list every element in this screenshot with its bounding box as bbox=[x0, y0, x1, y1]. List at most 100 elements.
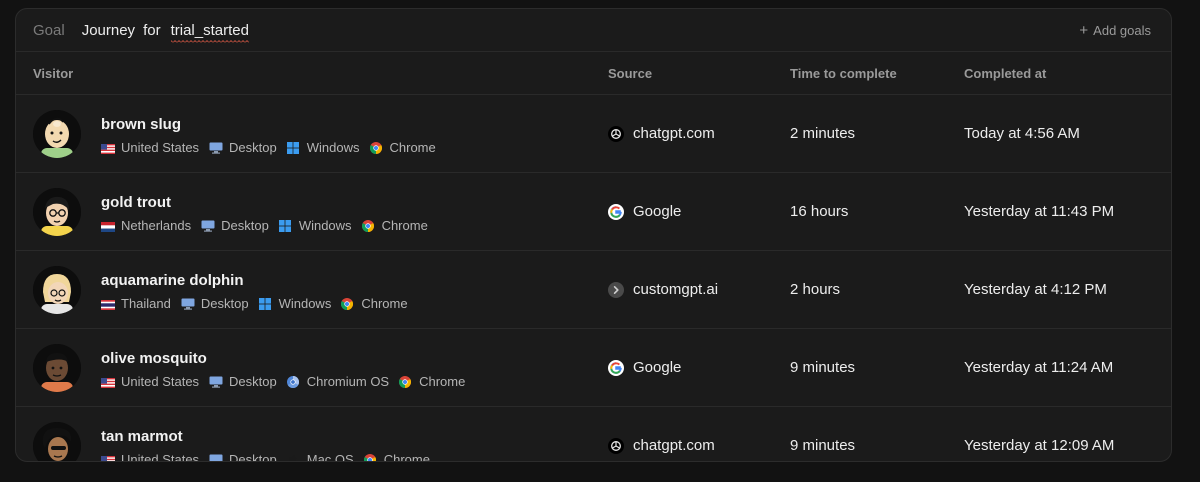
os-label: Windows bbox=[306, 140, 360, 155]
country-label: United States bbox=[121, 140, 200, 155]
visitor-os: Windows bbox=[258, 296, 332, 311]
visitor-os: Windows bbox=[286, 140, 360, 155]
us-flag-icon bbox=[101, 376, 115, 388]
source-label: chatgpt.com bbox=[633, 125, 715, 142]
visitor-os: Windows bbox=[278, 218, 352, 233]
device-label: Desktop bbox=[221, 218, 269, 233]
visitor-device: Desktop bbox=[209, 452, 277, 462]
visitor-meta: United States Desktop Chromium OS Chrome bbox=[101, 374, 475, 389]
apple-icon bbox=[287, 454, 301, 461]
chrome-icon bbox=[361, 219, 376, 232]
goal-journey-panel: Goal Journey for trial_started + Add goa… bbox=[15, 8, 1172, 462]
table-header: Visitor Source Time to complete Complete… bbox=[16, 52, 1171, 95]
device-label: Desktop bbox=[229, 374, 277, 389]
chromium-icon bbox=[286, 375, 301, 388]
visitor-country: Netherlands bbox=[101, 218, 191, 233]
tab-goal[interactable]: Goal bbox=[33, 22, 65, 39]
chrome-icon bbox=[369, 141, 384, 154]
windows-icon bbox=[258, 297, 273, 310]
browser-label: Chrome bbox=[419, 374, 466, 389]
source-cell: Google bbox=[608, 203, 681, 220]
chrome-icon bbox=[399, 375, 413, 388]
add-goals-button[interactable]: + Add goals bbox=[1079, 22, 1151, 39]
completed-at: Today at 4:56 AM bbox=[964, 125, 1080, 142]
country-label: United States bbox=[121, 452, 200, 462]
visitor-meta: United States Desktop Windows Chrome bbox=[101, 140, 446, 155]
column-completed-at[interactable]: Completed at bbox=[964, 66, 1046, 81]
device-label: Desktop bbox=[200, 296, 249, 311]
google-icon bbox=[608, 359, 624, 376]
browser-label: Chrome bbox=[383, 452, 430, 462]
plus-icon: + bbox=[1079, 21, 1089, 39]
os-label: Mac OS bbox=[306, 452, 354, 462]
country-label: Thailand bbox=[121, 296, 171, 311]
column-visitor[interactable]: Visitor bbox=[33, 66, 73, 81]
visitor-country: United States bbox=[101, 374, 199, 389]
visitor-meta: Thailand Desktop Windows Chrome bbox=[101, 296, 418, 311]
avatar bbox=[33, 422, 81, 461]
time-to-complete: 2 minutes bbox=[790, 125, 856, 142]
visitor-browser: Chrome bbox=[363, 452, 430, 462]
source-cell: chatgpt.com bbox=[608, 125, 715, 142]
windows-icon bbox=[286, 141, 301, 154]
time-to-complete: 16 hours bbox=[790, 203, 849, 220]
chrome-icon bbox=[341, 297, 355, 310]
windows-icon bbox=[278, 219, 293, 232]
completed-at: Yesterday at 11:24 AM bbox=[964, 359, 1114, 376]
browser-label: Chrome bbox=[389, 140, 436, 155]
table-row[interactable]: tan marmot United States Desktop Mac OS Chro… bbox=[16, 407, 1171, 462]
table-body: brown slug United States Desktop Windows Chr… bbox=[16, 95, 1171, 462]
os-label: Chromium OS bbox=[306, 374, 390, 389]
visitor-name[interactable]: brown slug bbox=[101, 116, 181, 133]
desktop-icon bbox=[181, 298, 195, 310]
table-row[interactable]: olive mosquito United States Desktop Chromi… bbox=[16, 329, 1171, 407]
time-to-complete: 9 minutes bbox=[790, 437, 856, 454]
google-icon bbox=[608, 203, 624, 220]
panel-header: Goal Journey for trial_started + Add goa… bbox=[16, 9, 1171, 52]
os-label: Windows bbox=[278, 296, 332, 311]
us-flag-icon bbox=[101, 142, 115, 154]
table-row[interactable]: aquamarine dolphin Thailand Desktop Windows… bbox=[16, 251, 1171, 329]
visitor-name[interactable]: tan marmot bbox=[101, 428, 183, 445]
browser-label: Chrome bbox=[381, 218, 428, 233]
visitor-browser: Chrome bbox=[369, 140, 436, 155]
source-label: customgpt.ai bbox=[633, 281, 719, 298]
event-name-selector[interactable]: trial_started bbox=[170, 22, 250, 44]
source-cell: chatgpt.com bbox=[608, 437, 715, 454]
time-to-complete: 9 minutes bbox=[790, 359, 856, 376]
us-flag-icon bbox=[101, 454, 115, 461]
source-cell: Google bbox=[608, 359, 681, 376]
desktop-icon bbox=[209, 376, 223, 388]
table-row[interactable]: brown slug United States Desktop Windows Chr… bbox=[16, 95, 1171, 173]
source-label: chatgpt.com bbox=[633, 437, 715, 454]
column-time-to-complete[interactable]: Time to complete bbox=[790, 66, 897, 81]
for-label: for bbox=[143, 21, 161, 39]
table-row[interactable]: gold trout Netherlands Desktop Windows Chrom… bbox=[16, 173, 1171, 251]
visitor-device: Desktop bbox=[201, 218, 269, 233]
os-label: Windows bbox=[298, 218, 352, 233]
visitor-country: United States bbox=[101, 452, 200, 462]
visitor-os: Chromium OS bbox=[286, 374, 390, 389]
tab-journey[interactable]: Journey bbox=[82, 22, 135, 39]
visitor-country: United States bbox=[101, 140, 199, 155]
avatar bbox=[33, 266, 81, 314]
avatar bbox=[33, 188, 81, 236]
customgpt-icon bbox=[608, 281, 624, 298]
desktop-icon bbox=[209, 454, 223, 461]
column-source[interactable]: Source bbox=[608, 66, 652, 81]
country-label: United States bbox=[121, 374, 200, 389]
visitor-meta: Netherlands Desktop Windows Chrome bbox=[101, 218, 438, 233]
visitor-name[interactable]: aquamarine dolphin bbox=[101, 272, 244, 289]
source-cell: customgpt.ai bbox=[608, 281, 718, 298]
country-label: Netherlands bbox=[121, 218, 192, 233]
source-label: Google bbox=[633, 359, 682, 376]
avatar bbox=[33, 344, 81, 392]
completed-at: Yesterday at 11:43 PM bbox=[964, 203, 1115, 220]
visitor-browser: Chrome bbox=[399, 374, 465, 389]
visitor-name[interactable]: olive mosquito bbox=[101, 350, 207, 367]
add-goals-label: Add goals bbox=[1093, 22, 1151, 38]
chatgpt-icon bbox=[608, 437, 624, 454]
visitor-name[interactable]: gold trout bbox=[101, 194, 171, 211]
device-label: Desktop bbox=[229, 452, 277, 462]
desktop-icon bbox=[209, 142, 223, 154]
